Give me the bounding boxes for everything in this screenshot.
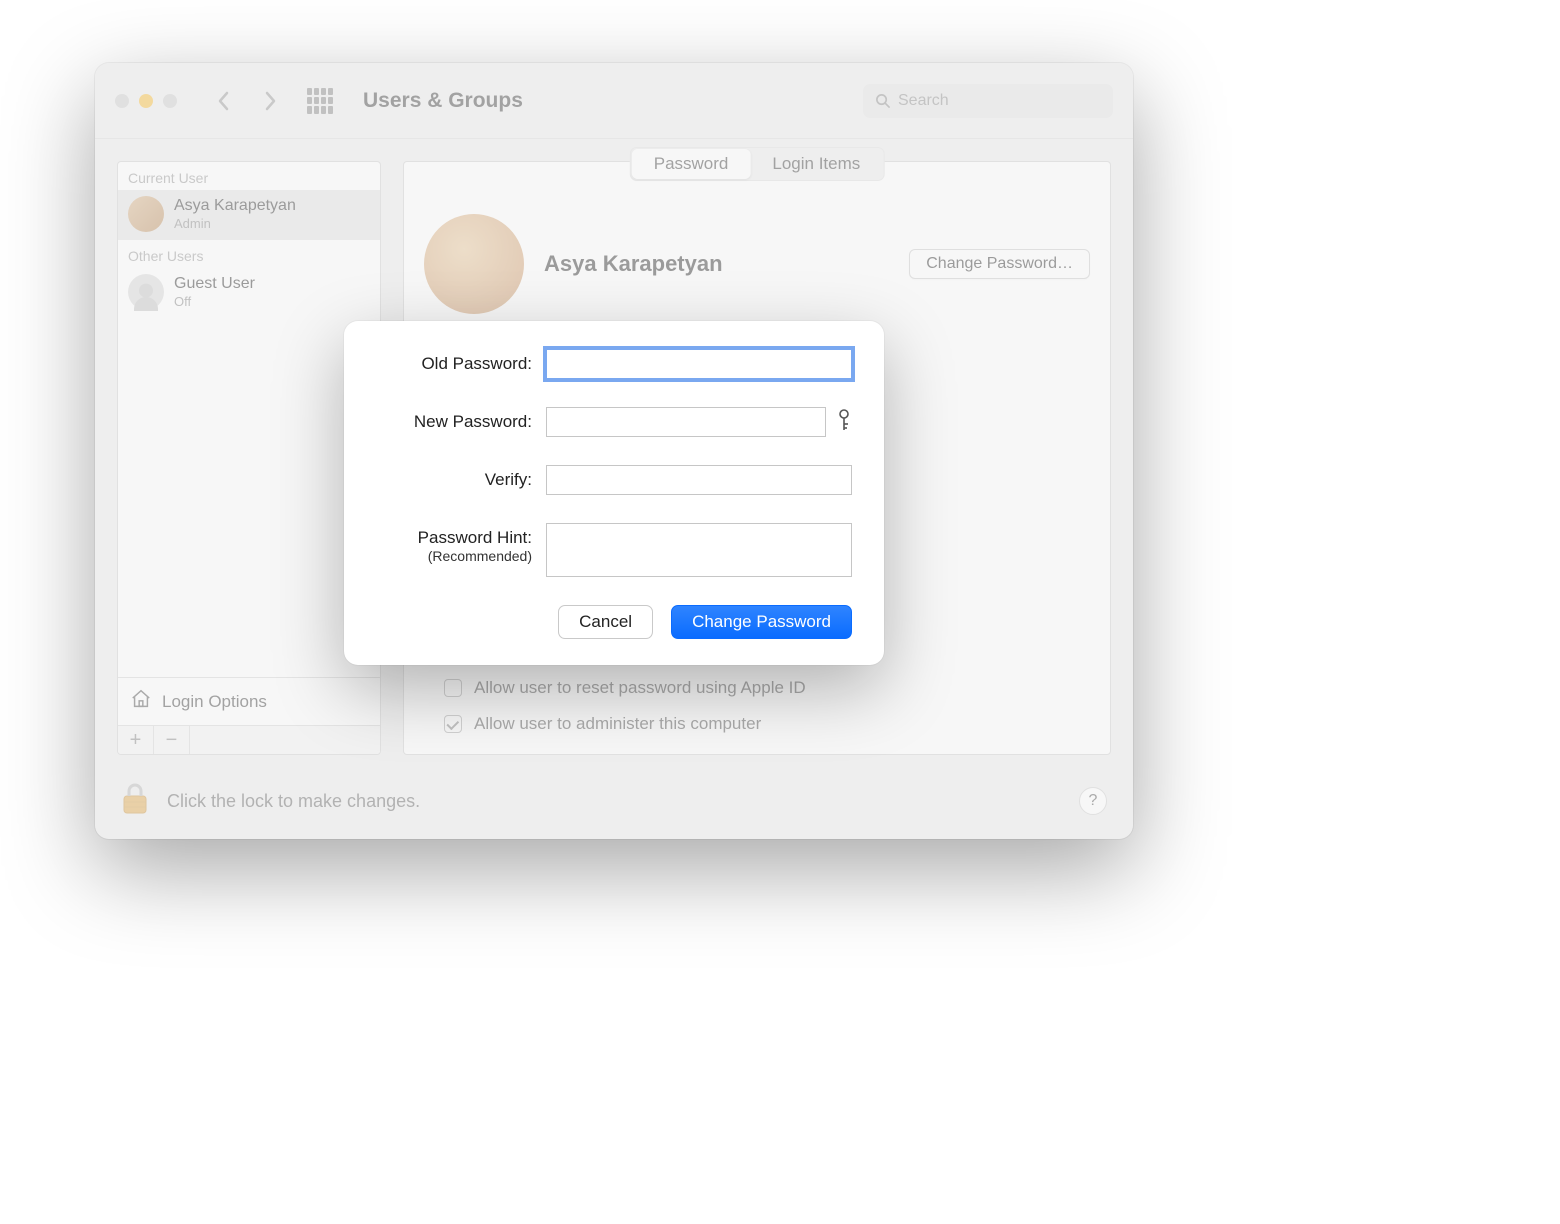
check-administer[interactable]: Allow user to administer this computer [444, 714, 806, 734]
house-icon [130, 688, 152, 715]
remove-user-button[interactable]: − [154, 726, 190, 754]
minimize-window-icon[interactable] [139, 94, 153, 108]
login-options-label: Login Options [162, 692, 267, 712]
sidebar-user-current[interactable]: Asya Karapetyan Admin [118, 190, 380, 240]
search-field[interactable]: Search [863, 84, 1113, 118]
user-role: Admin [174, 216, 296, 231]
profile-row: Asya Karapetyan Change Password… [424, 162, 1090, 314]
add-remove-row: + − [118, 725, 380, 754]
permission-checks: Allow user to reset password using Apple… [444, 678, 806, 734]
verify-label: Verify: [376, 465, 532, 490]
change-password-confirm-button[interactable]: Change Password [671, 605, 852, 639]
search-placeholder: Search [898, 92, 949, 110]
window-controls [115, 94, 177, 108]
check-reset-appleid[interactable]: Allow user to reset password using Apple… [444, 678, 806, 698]
section-current-user: Current User [118, 162, 380, 190]
lock-text: Click the lock to make changes. [167, 791, 420, 812]
user-name: Guest User [174, 275, 255, 293]
fullscreen-window-icon[interactable] [163, 94, 177, 108]
section-other-users: Other Users [118, 240, 380, 268]
tab-login-items[interactable]: Login Items [750, 149, 882, 179]
profile-avatar[interactable] [424, 214, 524, 314]
change-password-button[interactable]: Change Password… [909, 249, 1090, 279]
add-user-button[interactable]: + [118, 726, 154, 754]
user-name: Asya Karapetyan [174, 197, 296, 215]
checkbox-checked-icon [444, 715, 462, 733]
password-hint-input[interactable] [546, 523, 852, 577]
old-password-label: Old Password: [376, 349, 532, 374]
help-button[interactable]: ? [1079, 787, 1107, 815]
avatar-icon [128, 196, 164, 232]
cancel-button[interactable]: Cancel [558, 605, 653, 639]
user-role: Off [174, 294, 255, 309]
footer: Click the lock to make changes. ? [95, 763, 1133, 839]
window-title: Users & Groups [363, 89, 523, 113]
new-password-input[interactable] [546, 407, 826, 437]
forward-button[interactable] [253, 84, 287, 118]
search-icon [875, 93, 890, 108]
back-button[interactable] [207, 84, 241, 118]
old-password-input[interactable] [546, 349, 852, 379]
change-password-dialog: Old Password: New Password: Verify: Pass… [344, 321, 884, 665]
key-icon[interactable] [836, 408, 852, 437]
user-sidebar: Current User Asya Karapetyan Admin Other… [117, 161, 381, 755]
show-all-icon[interactable] [307, 88, 333, 114]
verify-password-input[interactable] [546, 465, 852, 495]
tab-password[interactable]: Password [632, 149, 751, 179]
new-password-label: New Password: [376, 407, 532, 432]
preferences-window: Users & Groups Search Current User Asya … [95, 63, 1133, 839]
login-options-row[interactable]: Login Options [118, 677, 380, 725]
profile-name: Asya Karapetyan [544, 251, 723, 277]
close-window-icon[interactable] [115, 94, 129, 108]
lock-icon[interactable] [121, 782, 149, 821]
hint-label: Password Hint: (Recommended) [376, 523, 532, 566]
tab-segment: Password Login Items [630, 147, 885, 181]
avatar-icon [128, 274, 164, 310]
toolbar: Users & Groups Search [95, 63, 1133, 139]
checkbox-icon [444, 679, 462, 697]
sidebar-user-guest[interactable]: Guest User Off [118, 268, 380, 318]
